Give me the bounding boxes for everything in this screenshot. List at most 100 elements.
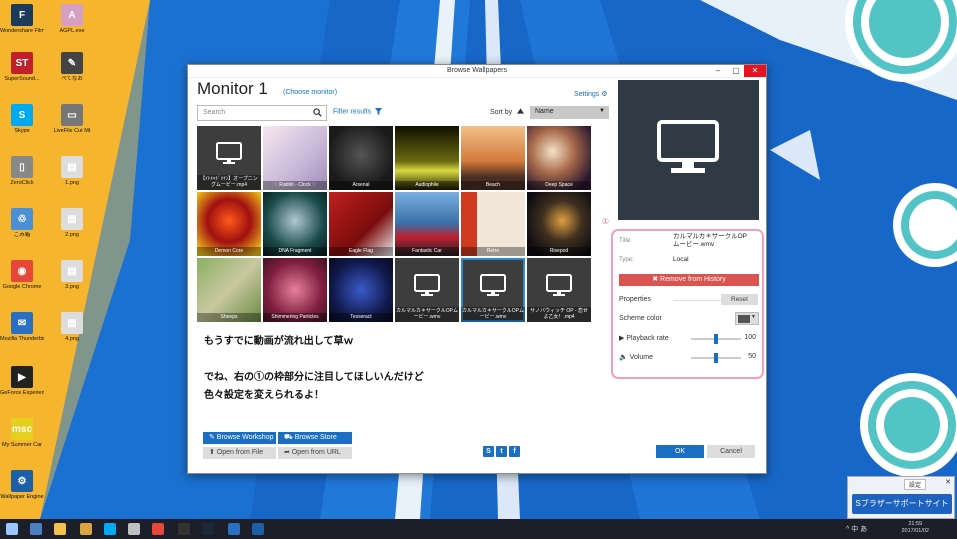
twitter-icon[interactable]: t [496,446,507,457]
desktop-icon[interactable]: ST SuperSound... [0,52,44,82]
wallpaper-tile[interactable]: 【ｲﾄﾒ×ﾄﾞﾒｲﾝ】オープニングムービー.mp4 [197,126,261,190]
folder-icon[interactable] [54,523,66,535]
app-icon: ▤ [61,312,83,334]
wallpaper-tile[interactable]: Risepod [527,192,591,256]
desktop-icon[interactable]: ▭ LiveFile Cut Mt [50,104,94,134]
wallpaper-tile[interactable]: Audiophile [395,126,459,190]
wallpaper-tile[interactable]: ♡ Rabbit - Clock ♡ [263,126,327,190]
monitor-icon [657,120,719,173]
wallpaper-tile[interactable]: Beach [461,126,525,190]
monitor-title: Monitor 1 [197,79,268,98]
app-icon: ◉ [11,260,33,282]
desktop-icon[interactable]: A AGPL.exe [50,4,94,34]
window-titlebar[interactable]: Browse Wallpapers – ▢ ✕ [188,65,766,78]
desktop-icon[interactable]: ▤ 2.png [50,208,94,238]
desktop-icon[interactable]: F Wondershare Filmora [0,4,44,34]
search-input[interactable]: Search [197,105,327,121]
popup-settings-tab[interactable]: 設定 [904,479,927,490]
desktop-icon-label: ごみ箱 [13,232,31,238]
wallpaper-tile[interactable]: カルマルカ＊サークルOPムービー.wmv [461,258,525,322]
skype-icon[interactable] [104,523,116,535]
pin-app-icon[interactable] [30,523,42,535]
desktop-icon-label: 2.png [65,232,79,238]
maximize-button[interactable]: ▢ [728,65,744,77]
playback-rate-slider[interactable] [691,334,741,344]
brother-support-site-button[interactable]: Sブラザーサポートサイト [852,494,952,514]
wallpaper-tile[interactable]: Retro [461,192,525,256]
remove-from-history-button[interactable]: ✖ Remove from History [619,274,759,286]
system-tray[interactable]: ^ 中 あ [846,524,867,534]
cancel-button[interactable]: Cancel [707,445,755,458]
desktop-icon[interactable]: ▤ 1.png [50,156,94,186]
monitor-icon [216,142,242,164]
wallpaper-tile-caption: Arsenal [329,180,393,190]
choose-monitor-link[interactable]: (Choose monitor) [283,89,337,96]
scheme-color-picker[interactable]: ▼ [735,312,759,325]
sort-by[interactable]: Sort by [490,108,525,116]
facebook-icon[interactable]: f [509,446,520,457]
file-manager-icon[interactable] [80,523,92,535]
type-label: Type: [619,257,634,263]
open-from-url-button[interactable]: ➦ Open from URL [278,447,352,459]
desktop-icon[interactable]: ♲ ごみ箱 [0,208,44,238]
desktop-icon[interactable]: ▯ ZeroClick [0,156,44,186]
sort-select[interactable]: Name ▼ [530,106,609,119]
close-icon[interactable]: ✕ [945,478,951,486]
desktop-icon[interactable]: S Skype [0,104,44,134]
clock[interactable]: 21:59 2017/01/02 [901,521,929,535]
desktop-icon-label: My Summer Car [1,442,43,448]
steam-icon[interactable] [202,523,214,535]
search-icon[interactable] [313,108,322,117]
wallpaper-tile[interactable]: Arsenal [329,126,393,190]
volume-thumb[interactable] [714,353,718,363]
playback-rate-thumb[interactable] [714,334,718,344]
volume-value: 50 [748,353,756,360]
chrome-icon[interactable] [152,523,164,535]
app-icon: S [11,104,33,126]
filter-results-link[interactable]: Filter results [333,108,383,115]
settings-app-icon[interactable] [128,523,140,535]
wallpaper-tile[interactable]: サノバウィッチ OP - 恋せよ乙女！.mp4 [527,258,591,322]
wallpaper-engine-icon[interactable] [252,523,264,535]
ok-button[interactable]: OK [656,445,704,458]
clock-date: 2017/01/02 [901,528,929,534]
open-from-file-button[interactable]: ⬆ Open from File [203,447,276,459]
settings-link[interactable]: Settings ⚙ [574,90,608,98]
wallpaper-tile[interactable]: カルマルカ＊サークルOPムービー.wmv [395,258,459,322]
close-button[interactable]: ✕ [744,65,766,77]
browse-workshop-button[interactable]: ✎ Browse Workshop [203,432,276,444]
desktop-icon[interactable]: msc My Summer Car [0,418,44,448]
wallpaper-tile[interactable]: Demon Core [197,192,261,256]
mail-icon[interactable] [228,523,240,535]
sort-ascending-icon[interactable] [517,108,525,114]
wallpaper-tile-caption: Fantastic Car [395,246,459,256]
monitor-icon [414,274,440,296]
volume-slider[interactable] [691,353,741,363]
type-value: Local [673,256,689,263]
wallpaper-tile-caption: カルマルカ＊サークルOPムービー.wmv [395,307,459,322]
wallpaper-tile[interactable]: Fantastic Car [395,192,459,256]
minimize-button[interactable]: – [710,65,726,77]
windows-start-icon[interactable] [6,523,18,535]
sort-select-value: Name [535,108,554,115]
desktop-icon[interactable]: ▤ 3.png [50,260,94,290]
wallpaper-tile[interactable]: Shimmering Particles [263,258,327,322]
app-icon: ▯ [11,156,33,178]
desktop-icon[interactable]: ✎ ぺてなお [50,52,94,82]
wallpaper-tile[interactable]: DNA Fragment [263,192,327,256]
wallpaper-tile[interactable]: Sheeps [197,258,261,322]
browse-store-button[interactable]: ⛟ Browse Store [278,432,352,444]
reset-button[interactable]: Reset [721,294,758,305]
desktop-icon[interactable]: ▤ 4.png [50,312,94,342]
desktop-icon[interactable]: ◉ Google Chrome [0,260,44,290]
app-icon: ▭ [61,104,83,126]
desktop-icon[interactable]: ✉ Mozilla Thunderbird [0,312,44,342]
desktop-icon[interactable]: ▶ GeForce Experience [0,366,44,396]
desktop-icon-label: Wallpaper Engine [0,494,44,500]
game-icon[interactable] [178,523,190,535]
desktop-icon[interactable]: ⚙ Wallpaper Engine [0,470,44,500]
steam-icon[interactable]: S [483,446,494,457]
wallpaper-tile[interactable]: Deep Space [527,126,591,190]
wallpaper-tile[interactable]: Tesseract [329,258,393,322]
wallpaper-tile[interactable]: Eagle Flag [329,192,393,256]
